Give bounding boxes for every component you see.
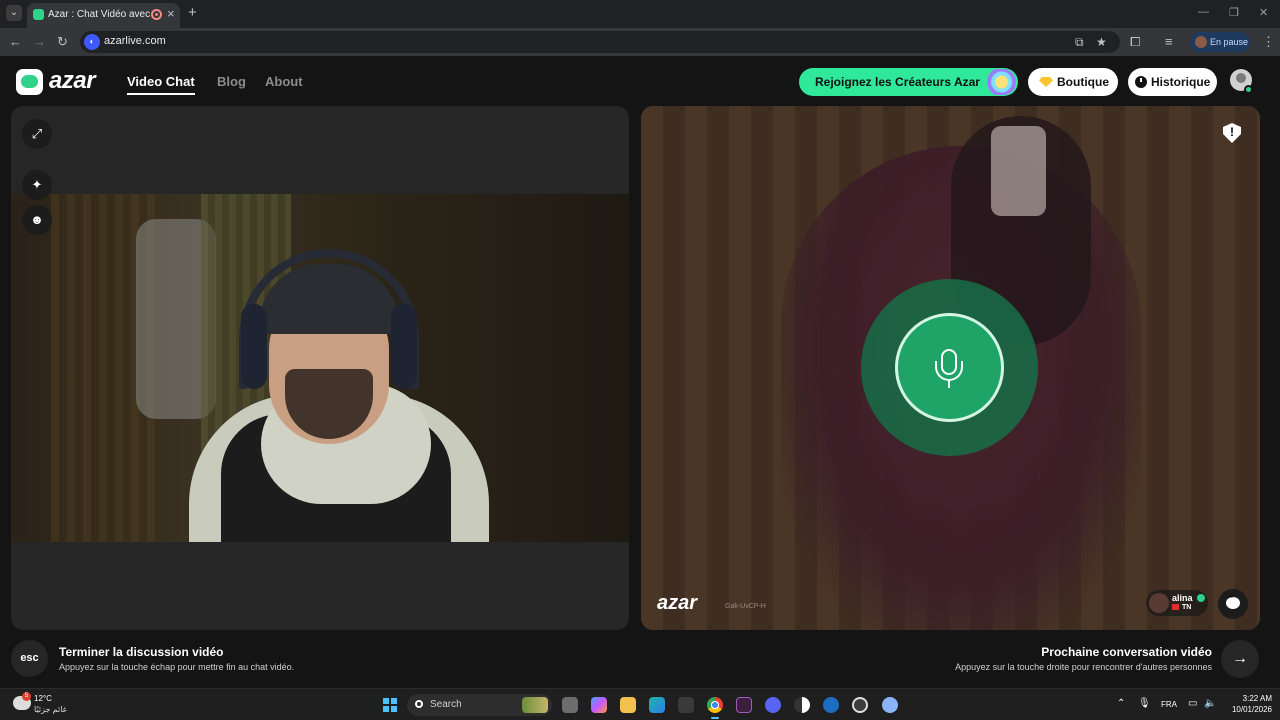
browser-tabstrip: ⌄ Azar : Chat Vidéo avec de n × + — ❐ ✕	[0, 0, 1280, 28]
extensions-icon[interactable]: ⧠	[1130, 34, 1140, 50]
headphones-left	[241, 304, 267, 389]
browser-toolbar: ← → ↻ ◐ azarlive.com ⧉ ★ ⧠ ≡ En pause ⋮	[0, 28, 1280, 56]
settings-gear-icon[interactable]	[882, 697, 898, 713]
taskbar-clock[interactable]: 3:22 AM 10/01/2026	[1228, 693, 1272, 715]
self-camera-feed	[11, 194, 629, 542]
task-view-icon[interactable]	[562, 697, 578, 713]
end-chat-title: Terminer la discussion vidéo	[59, 645, 224, 659]
back-button[interactable]: ←	[9, 34, 22, 49]
partner-country: TN	[1172, 604, 1191, 611]
site-info-icon[interactable]: ◐	[84, 34, 100, 50]
browser-menu-icon[interactable]: ⋮	[1262, 34, 1275, 50]
search-highlight-art	[522, 697, 548, 713]
forward-button[interactable]: →	[33, 34, 46, 49]
search-placeholder: Search	[430, 699, 462, 710]
close-window-button[interactable]: ✕	[1259, 6, 1268, 19]
file-explorer-icon[interactable]	[620, 697, 636, 713]
chrome-running-indicator	[711, 717, 719, 719]
copilot-icon[interactable]	[591, 697, 607, 713]
weather-description[interactable]: غائم جزئيًا	[34, 705, 67, 714]
visual-studio-icon[interactable]	[736, 697, 752, 713]
tray-microphone-icon[interactable]: 🎙	[1138, 698, 1151, 709]
tray-overflow-icon[interactable]: ⌃	[1117, 698, 1125, 709]
app-steam-icon[interactable]	[852, 697, 868, 713]
tab-title: Azar : Chat Vidéo avec de n	[48, 9, 152, 20]
chrome-icon[interactable]	[707, 697, 723, 713]
face-filter-icon[interactable]: ☻	[22, 205, 52, 235]
recording-indicator-icon	[151, 9, 162, 20]
partner-name: alina	[1172, 593, 1193, 603]
media-controls-icon[interactable]: ≡	[1165, 34, 1173, 49]
expand-icon[interactable]: ⤢	[22, 119, 52, 149]
weather-badge: 5	[22, 692, 31, 701]
join-creators-button[interactable]: Rejoignez les Créateurs Azar	[799, 68, 1018, 96]
self-video-panel: ⤢ ✦ ☻	[11, 106, 629, 630]
remote-video-panel: ! azar Gak-UvCP-H alina TN	[641, 106, 1260, 630]
session-id: Gak-UvCP-H	[725, 603, 766, 610]
partner-avatar	[1149, 593, 1169, 613]
effects-sparkle-icon[interactable]: ✦	[22, 170, 52, 200]
restore-button[interactable]: ❐	[1229, 6, 1239, 19]
azar-watermark: azar	[657, 592, 698, 614]
boutique-button[interactable]: Boutique	[1028, 68, 1118, 96]
cast-icon[interactable]: ⧉	[1075, 35, 1084, 50]
windows-taskbar: 5 12°C غائم جزئيًا Search ⌃ 🎙 FRA ▭ 🔈 3:…	[0, 688, 1280, 720]
profile-status-dot	[1244, 85, 1253, 94]
remote-person-phone	[991, 126, 1046, 216]
microphone-icon-stem	[948, 381, 950, 388]
verified-badge-icon	[1197, 594, 1205, 602]
store-icon[interactable]	[678, 697, 694, 713]
tray-network-icon[interactable]: ▭	[1188, 698, 1197, 709]
nav-about[interactable]: About	[265, 74, 303, 89]
reload-button[interactable]: ↻	[57, 34, 68, 50]
address-bar[interactable]: ◐ azarlive.com ⧉ ★	[80, 31, 1120, 53]
gem-icon	[1039, 77, 1053, 87]
historique-label: Historique	[1151, 75, 1211, 89]
new-tab-button[interactable]: +	[188, 4, 197, 21]
creators-art-icon	[980, 69, 1016, 95]
boutique-label: Boutique	[1057, 75, 1109, 89]
azar-logo-text[interactable]: azar	[49, 67, 96, 95]
app-blue-icon[interactable]	[823, 697, 839, 713]
keyboard-language[interactable]: FRA	[1161, 700, 1177, 709]
end-chat-esc-button[interactable]: esc	[11, 640, 48, 677]
join-creators-label: Rejoignez les Créateurs Azar	[815, 75, 980, 89]
end-chat-subtitle: Appuyez sur la touche échap pour mettre …	[59, 662, 295, 672]
taskbar-search[interactable]: Search	[407, 694, 552, 716]
windows-start-icon[interactable]	[383, 698, 397, 712]
tab-search-button[interactable]: ⌄	[6, 5, 22, 21]
weather-temperature[interactable]: 12°C	[34, 694, 52, 703]
clock-date: 10/01/2026	[1231, 705, 1272, 714]
edge-icon[interactable]	[649, 697, 665, 713]
profile-status-chip[interactable]: En pause	[1190, 32, 1250, 52]
next-chat-title: Prochaine conversation vidéo	[1041, 645, 1212, 659]
next-chat-arrow-button[interactable]: →	[1221, 640, 1259, 678]
partner-profile-chip[interactable]: alina TN	[1146, 590, 1208, 616]
chat-button[interactable]	[1218, 589, 1248, 619]
azar-favicon-icon	[33, 9, 44, 20]
next-chat-subtitle: Appuyez sur la touche droite pour rencon…	[955, 662, 1212, 672]
historique-button[interactable]: Historique	[1128, 68, 1217, 96]
tab-close-icon[interactable]: ×	[167, 6, 175, 21]
chat-bubble-icon	[1226, 594, 1240, 609]
url-text: azarlive.com	[104, 35, 166, 47]
discord-icon[interactable]	[765, 697, 781, 713]
tray-volume-icon[interactable]: 🔈	[1204, 698, 1216, 709]
azar-app: azar Video Chat Blog About Rejoignez les…	[0, 56, 1280, 688]
bookmark-star-icon[interactable]: ★	[1096, 35, 1107, 49]
search-icon	[415, 700, 423, 708]
clock-icon	[1135, 76, 1147, 88]
browser-tab[interactable]: Azar : Chat Vidéo avec de n ×	[27, 3, 180, 28]
app-circle-icon[interactable]	[794, 697, 810, 713]
headphones-right	[391, 304, 417, 389]
nav-video-chat[interactable]: Video Chat	[127, 74, 195, 95]
minimize-button[interactable]: —	[1198, 6, 1209, 18]
partner-country-code: TN	[1182, 604, 1192, 611]
azar-logo-icon[interactable]	[16, 69, 43, 95]
nav-blog[interactable]: Blog	[217, 74, 246, 89]
clock-time: 3:22 AM	[1242, 694, 1272, 703]
tunisia-flag-icon	[1172, 604, 1179, 611]
